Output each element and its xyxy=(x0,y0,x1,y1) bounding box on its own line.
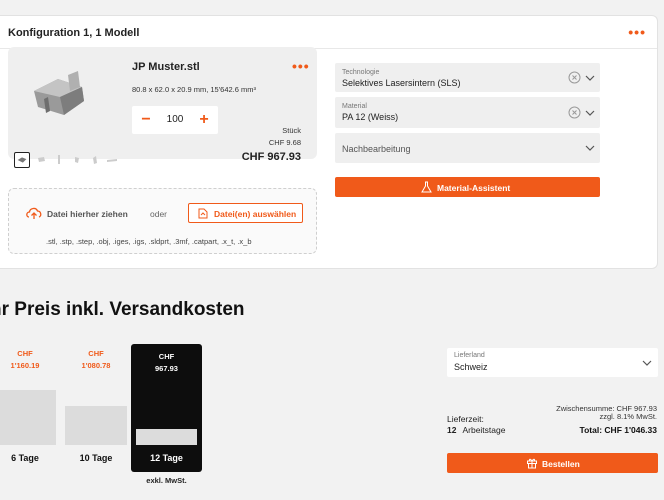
model-thumbnail[interactable] xyxy=(24,65,94,121)
model-card: JP Muster.stl ••• 80.8 x 62.0 x 20.9 mm,… xyxy=(8,47,317,163)
clear-icon[interactable] xyxy=(568,106,581,119)
unit-label: Stück xyxy=(282,126,301,135)
delivery-option-price[interactable]: CHF 1'080.78 xyxy=(65,348,127,372)
unit-price: CHF 9.68 xyxy=(268,138,301,147)
option-amount: 1'080.78 xyxy=(81,361,111,370)
country-value: Schweiz xyxy=(454,362,488,372)
file-icon xyxy=(198,208,208,219)
gift-icon xyxy=(527,458,537,469)
chevron-down-icon xyxy=(642,360,652,366)
delivery-option-days: 6 Tage xyxy=(11,453,39,463)
material-label: Material xyxy=(342,103,367,110)
price-title: hr Preis inkl. Versandkosten xyxy=(0,299,245,320)
flask-icon xyxy=(421,181,432,193)
grand-total: Total: CHF 1'046.33 xyxy=(579,425,657,435)
delivery-option-price[interactable]: CHF 1'160.19 xyxy=(0,348,50,372)
delivery-option-selected[interactable]: CHF 967.93 12 Tage xyxy=(131,344,202,472)
order-button[interactable]: Bestellen xyxy=(447,453,658,473)
delivery-country-select[interactable]: Lieferland Schweiz xyxy=(447,348,658,377)
view-side-icon[interactable] xyxy=(51,152,67,168)
order-button-label: Bestellen xyxy=(542,459,580,469)
view-iso-icon[interactable] xyxy=(14,152,30,168)
vat-text: zzgl. 8.1% MwSt. xyxy=(599,412,657,421)
option-currency: CHF xyxy=(88,349,104,358)
material-assistant-button[interactable]: Material-Assistent xyxy=(335,177,600,197)
upload-or-text: oder xyxy=(150,209,168,219)
option-amount: 1'160.19 xyxy=(10,361,40,370)
model-menu-button[interactable]: ••• xyxy=(292,59,310,73)
file-upload-dropzone[interactable]: Datei hierher ziehen oder Datei(en) ausw… xyxy=(8,188,317,254)
delivery-option-days: 10 Tage xyxy=(79,453,113,463)
technology-value: Selektives Lasersintern (SLS) xyxy=(342,78,461,88)
model-filename: JP Muster.stl xyxy=(132,61,200,73)
configuration-menu-button[interactable]: ••• xyxy=(628,25,646,39)
country-label: Lieferland xyxy=(454,352,485,359)
option-currency: CHF xyxy=(17,349,33,358)
chevron-down-icon xyxy=(585,145,595,151)
clear-icon[interactable] xyxy=(568,71,581,84)
lead-time-days: 12 xyxy=(447,425,457,435)
chevron-down-icon xyxy=(585,75,595,81)
finishing-placeholder: Nachbearbeitung xyxy=(342,144,411,154)
view-bottom-icon[interactable] xyxy=(104,152,120,168)
technology-select[interactable]: Technologie Selektives Lasersintern (SLS… xyxy=(335,63,600,92)
lead-time-label: Lieferzeit: xyxy=(447,414,484,424)
material-value: PA 12 (Weiss) xyxy=(342,112,399,122)
configuration-title: Konfiguration 1, 1 Modell xyxy=(8,27,140,39)
option-amount: 967.93 xyxy=(155,364,178,373)
model-dimensions: 80.8 x 62.0 x 20.9 mm, 15'642.6 mm³ xyxy=(132,85,256,94)
quantity-stepper: − 100 + xyxy=(132,106,218,134)
chevron-down-icon xyxy=(585,110,595,116)
model-total-price: CHF 967.93 xyxy=(241,151,301,163)
lead-time-value: 12 Arbeitstage xyxy=(447,425,505,435)
lead-time-unit: Arbeitstage xyxy=(462,425,506,435)
technology-label: Technologie xyxy=(342,69,380,76)
finishing-select[interactable]: Nachbearbeitung xyxy=(335,133,600,163)
view-front-icon[interactable] xyxy=(34,152,50,168)
delivery-option-bar[interactable] xyxy=(65,406,127,445)
delivery-option-bar xyxy=(136,429,197,445)
select-files-label: Datei(en) auswählen xyxy=(214,209,297,219)
excl-vat-note: exkl. MwSt. xyxy=(146,476,187,485)
supported-formats: .stl, .stp, .step, .obj, .iges, .igs, .s… xyxy=(46,237,252,246)
price-section: hr Preis inkl. Versandkosten CHF 1'160.1… xyxy=(0,270,664,500)
cloud-upload-icon xyxy=(26,207,42,219)
material-assistant-label: Material-Assistent xyxy=(437,183,511,193)
configuration-header: Konfiguration 1, 1 Modell ••• xyxy=(0,16,657,49)
quantity-increase-button[interactable]: + xyxy=(196,110,212,130)
select-files-button[interactable]: Datei(en) auswählen xyxy=(188,203,303,223)
material-select[interactable]: Material PA 12 (Weiss) xyxy=(335,97,600,128)
quantity-decrease-button[interactable]: − xyxy=(138,110,154,130)
delivery-option-bar[interactable] xyxy=(0,390,56,445)
delivery-option-price: CHF 967.93 xyxy=(131,351,202,375)
quantity-input[interactable]: 100 xyxy=(158,114,192,125)
upload-drag-text: Datei hierher ziehen xyxy=(47,209,128,219)
view-back-icon[interactable] xyxy=(87,152,103,168)
delivery-option-days: 12 Tage xyxy=(150,453,183,463)
view-top-icon[interactable] xyxy=(69,152,85,168)
option-currency: CHF xyxy=(158,352,175,361)
